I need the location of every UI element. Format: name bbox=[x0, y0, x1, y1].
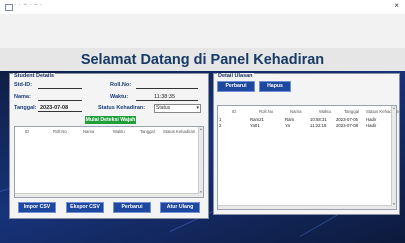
detail-review-panel: Detail Ulasan Perbarui Hapus ID Roll.No … bbox=[213, 73, 400, 215]
scroll-down-icon[interactable]: ▼ bbox=[199, 190, 203, 194]
window-title: · · − ∙ − ∙ bbox=[14, 2, 43, 8]
scroll-up-icon[interactable]: ▲ bbox=[392, 106, 396, 110]
waktu-field[interactable] bbox=[136, 100, 198, 101]
table-row-2-rollno[interactable]: Ya01 bbox=[250, 123, 260, 128]
header-background bbox=[0, 14, 405, 48]
detail-header-cell: Nama bbox=[290, 109, 302, 114]
nama-field[interactable] bbox=[38, 100, 82, 101]
table-row-2-waktu[interactable]: 11:22:16 bbox=[310, 123, 326, 128]
table-row-2-id[interactable]: 2 bbox=[219, 123, 221, 128]
waktu-label: Waktu: bbox=[110, 94, 129, 100]
table-row-2-status[interactable]: Hadir bbox=[366, 123, 376, 128]
detail-update-button[interactable]: Perbarui bbox=[217, 81, 255, 92]
table-row-1-status[interactable]: Hadir bbox=[366, 117, 376, 122]
app-icon bbox=[5, 4, 13, 11]
tanggal-field[interactable] bbox=[38, 111, 82, 112]
table-header-cell: ID bbox=[25, 129, 30, 134]
detail-header-cell: Roll.No bbox=[259, 109, 274, 114]
start-face-detection-button[interactable]: Mulai Deteksi Wajah bbox=[85, 116, 136, 124]
table-header-cell: Nama bbox=[83, 129, 95, 134]
attendance-table[interactable]: ID Roll.No Nama Waktu Tanggal Status Keh… bbox=[14, 126, 204, 198]
table-header-cell: Tanggal bbox=[140, 129, 155, 134]
std-id-label: Std-ID: bbox=[14, 82, 33, 88]
export-csv-button[interactable]: Ekspor CSV bbox=[66, 202, 104, 213]
status-label: Status Kehadiran: bbox=[98, 105, 146, 111]
vertical-scrollbar[interactable]: ▲ ▼ bbox=[391, 106, 396, 209]
table-header-cell: Status Kehadiran bbox=[163, 129, 196, 134]
table-row-1-nama[interactable]: Ram bbox=[285, 117, 294, 122]
page-title: Selamat Datang di Panel Kehadiran bbox=[80, 52, 325, 68]
update-button[interactable]: Perbarui bbox=[113, 202, 151, 213]
detail-review-title: Detail Ulasan bbox=[217, 73, 254, 79]
table-header-cell: Roll.No bbox=[53, 129, 67, 134]
horizontal-scrollbar[interactable] bbox=[15, 193, 199, 197]
table-row-1-rollno[interactable]: Ram21 bbox=[250, 117, 264, 122]
detail-header-cell: Waktu bbox=[319, 109, 332, 114]
horizontal-scrollbar[interactable] bbox=[218, 205, 392, 209]
student-details-title: Student Details bbox=[13, 73, 56, 79]
status-selected-value: Status bbox=[156, 105, 171, 111]
close-icon[interactable]: × bbox=[394, 1, 399, 10]
roll-no-field[interactable] bbox=[136, 88, 198, 89]
student-details-panel: Student Details Std-ID: Roll.No: Nama: W… bbox=[9, 73, 209, 219]
scroll-up-icon[interactable]: ▲ bbox=[199, 127, 203, 131]
std-id-field[interactable] bbox=[38, 88, 82, 89]
nama-label: Nama: bbox=[14, 94, 31, 100]
table-row-1-tanggal[interactable]: 2023-07-05 bbox=[336, 117, 358, 122]
tanggal-label: Tanggal: bbox=[14, 105, 37, 111]
delete-button[interactable]: Hapus bbox=[259, 81, 291, 92]
detail-header-cell: Tanggal bbox=[344, 109, 360, 114]
reset-button[interactable]: Atur Ulang bbox=[160, 202, 200, 213]
import-csv-button[interactable]: Impor CSV bbox=[18, 202, 56, 213]
table-row-2-tanggal[interactable]: 2023-07-08 bbox=[336, 123, 358, 128]
chevron-down-icon: ▾ bbox=[196, 105, 199, 111]
table-row-2-nama[interactable]: Ya bbox=[285, 123, 290, 128]
status-dropdown[interactable]: Status ▾ bbox=[154, 104, 201, 113]
roll-no-label: Roll.No: bbox=[110, 82, 132, 88]
scroll-down-icon[interactable]: ▼ bbox=[392, 202, 396, 206]
vertical-scrollbar[interactable]: ▲ ▼ bbox=[198, 127, 203, 197]
table-row-1-id[interactable]: 1 bbox=[219, 117, 221, 122]
banner: Selamat Datang di Panel Kehadiran bbox=[0, 48, 405, 71]
detail-table[interactable]: ID Roll.No Nama Waktu Tanggal Status Keh… bbox=[217, 105, 399, 210]
table-row-1-waktu[interactable]: 10:58:31 bbox=[310, 117, 327, 122]
detail-header-cell: ID bbox=[232, 109, 237, 114]
table-header-cell: Waktu bbox=[113, 129, 125, 134]
window-title-bar: · · − ∙ − ∙ × bbox=[0, 0, 405, 14]
